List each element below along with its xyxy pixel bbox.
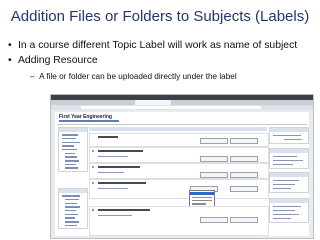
topic-title — [98, 136, 118, 138]
nav-link[interactable] — [65, 152, 75, 155]
block-text — [273, 159, 303, 161]
add-activity-select[interactable] — [230, 186, 258, 192]
add-activity-select[interactable] — [230, 138, 258, 144]
bullet-dot: • — [8, 40, 12, 51]
block-text — [273, 163, 293, 165]
breadcrumb[interactable] — [59, 120, 119, 122]
block-header — [270, 173, 308, 177]
dropdown-option[interactable] — [192, 196, 212, 199]
block-link[interactable] — [284, 138, 302, 140]
nav-link[interactable] — [65, 167, 78, 169]
bullet-adding-resource: • Adding Resource — [8, 55, 98, 66]
topic-number — [92, 209, 94, 211]
search-field[interactable] — [273, 134, 301, 136]
nav-link[interactable] — [65, 163, 76, 166]
add-resource-select[interactable] — [200, 156, 228, 162]
topic-number — [92, 182, 94, 184]
block-header — [270, 149, 308, 153]
nav-link[interactable] — [65, 156, 77, 158]
bullet-subject-label: • In a course different Topic Label will … — [8, 40, 297, 51]
topic-title — [98, 166, 140, 168]
topic-section — [89, 147, 269, 163]
browser-toolbar — [51, 105, 313, 110]
settings-link[interactable] — [62, 195, 80, 197]
bullet-text: In a course different Topic Label will w… — [18, 40, 298, 51]
block-text — [273, 209, 295, 211]
divider — [57, 124, 307, 125]
topic-section — [89, 133, 269, 147]
add-resource-select[interactable] — [200, 172, 228, 178]
topic-title — [98, 209, 150, 211]
topic-item[interactable] — [98, 188, 128, 190]
topic-number — [92, 166, 94, 168]
upcoming-events-block — [269, 172, 309, 193]
topic-section — [89, 179, 269, 199]
settings-link[interactable] — [65, 202, 77, 205]
address-bar[interactable] — [81, 106, 261, 109]
topic-item[interactable] — [98, 215, 132, 217]
latest-news-block — [269, 148, 309, 169]
settings-block — [58, 188, 88, 230]
block-text — [273, 213, 299, 215]
block-header — [59, 189, 87, 193]
topic-section — [89, 206, 269, 236]
sub-bullet-upload: – A file or folder can be uploaded direc… — [30, 72, 237, 81]
settings-link[interactable] — [65, 217, 75, 219]
settings-link[interactable] — [65, 221, 79, 223]
settings-link[interactable] — [65, 213, 78, 216]
settings-link[interactable] — [65, 224, 77, 227]
block-link[interactable] — [273, 217, 291, 219]
topic-title — [98, 150, 143, 152]
settings-link[interactable] — [65, 206, 80, 208]
add-resource-select[interactable] — [200, 217, 228, 223]
add-activity-select[interactable] — [230, 156, 258, 162]
navigation-block — [58, 127, 88, 173]
topic-section — [89, 163, 269, 179]
block-header — [270, 199, 308, 203]
nav-link[interactable] — [62, 137, 76, 140]
settings-link[interactable] — [65, 198, 79, 201]
moodle-page: First Year Engineering — [55, 112, 309, 236]
nav-link[interactable] — [62, 145, 74, 147]
recent-activity-block — [269, 198, 309, 223]
topic-number — [92, 150, 94, 152]
sub-bullet-text: A file or folder can be uploaded directl… — [39, 72, 237, 81]
slide-title: Addition Files or Folders to Subjects (L… — [10, 8, 310, 25]
settings-link[interactable] — [65, 210, 76, 212]
embedded-screenshot: First Year Engineering — [50, 94, 314, 239]
nav-link[interactable] — [62, 141, 80, 144]
add-activity-select[interactable] — [230, 172, 258, 178]
bullet-dot: • — [8, 55, 12, 66]
block-text — [273, 155, 297, 157]
dropdown-option-highlighted[interactable] — [190, 192, 214, 195]
block-header — [270, 128, 308, 132]
dropdown-option[interactable] — [192, 199, 212, 202]
dash: – — [30, 72, 40, 81]
topic-item[interactable] — [98, 172, 124, 174]
block-header — [59, 128, 87, 132]
topic-item[interactable] — [98, 156, 128, 158]
block-link[interactable] — [273, 187, 291, 189]
nav-link[interactable] — [65, 160, 79, 162]
topic-outline-header — [89, 127, 267, 131]
search-forums-block — [269, 127, 309, 144]
block-link[interactable] — [273, 183, 295, 185]
add-activity-select[interactable] — [230, 217, 258, 223]
bullet-text: Adding Resource — [18, 55, 98, 66]
dropdown-option[interactable] — [192, 203, 206, 205]
block-text — [273, 205, 301, 207]
nav-link[interactable] — [62, 149, 77, 151]
nav-link[interactable] — [62, 134, 78, 136]
topic-title — [98, 182, 146, 184]
block-text — [273, 179, 299, 181]
add-resource-select[interactable] — [200, 138, 228, 144]
